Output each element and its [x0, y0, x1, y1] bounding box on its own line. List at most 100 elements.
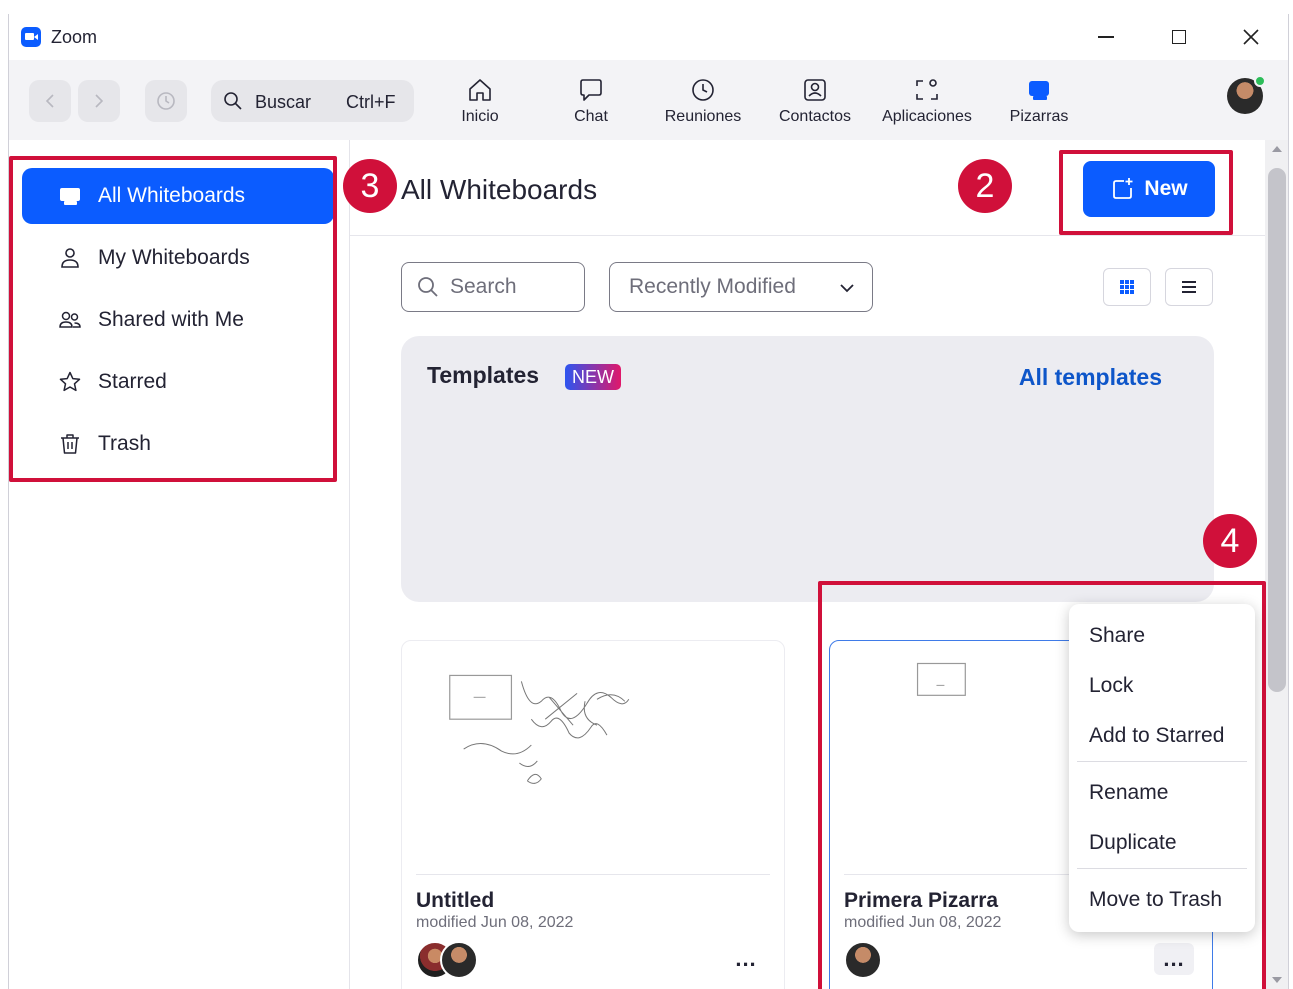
grid-view-button[interactable]	[1103, 268, 1151, 306]
top-toolbar: Buscar Ctrl+F Inicio Chat Reuniones Cont…	[9, 60, 1288, 140]
minimize-icon	[1098, 36, 1114, 38]
templates-panel: Templates NEW All templates	[401, 336, 1214, 602]
global-search[interactable]: Buscar Ctrl+F	[211, 80, 414, 122]
zoom-logo-icon	[21, 27, 41, 47]
grid-icon	[1120, 280, 1134, 294]
whiteboard-card[interactable]: Untitled modified Jun 08, 2022 ...	[401, 640, 785, 989]
close-button[interactable]	[1231, 22, 1271, 52]
tab-pizarras[interactable]: Pizarras	[989, 76, 1089, 132]
menu-item-share[interactable]: Share	[1089, 624, 1145, 648]
online-status-icon	[1254, 75, 1266, 87]
card-title: Primera Pizarra	[844, 889, 999, 912]
menu-item-duplicate[interactable]: Duplicate	[1089, 831, 1177, 855]
tab-label: Chat	[574, 108, 608, 125]
search-icon	[418, 277, 438, 297]
home-icon	[469, 79, 491, 101]
tab-chat[interactable]: Chat	[541, 76, 641, 132]
whiteboard-thumbnail	[449, 674, 630, 784]
add-whiteboard-icon	[1113, 178, 1133, 199]
window-title: Zoom	[51, 27, 98, 47]
tab-reuniones[interactable]: Reuniones	[653, 76, 753, 132]
card-divider	[416, 874, 770, 875]
sidebar-item-shared-with-me[interactable]: Shared with Me	[22, 292, 334, 348]
search-placeholder: Search	[450, 275, 517, 298]
back-button[interactable]	[29, 80, 71, 122]
annotation-number-4: 4	[1203, 514, 1257, 568]
menu-item-add-to-starred[interactable]: Add to Starred	[1089, 724, 1224, 748]
card-more-button[interactable]: ...	[1154, 943, 1194, 975]
minimize-button[interactable]	[1086, 22, 1126, 52]
list-view-button[interactable]	[1165, 268, 1213, 306]
sidebar-item-label: Starred	[98, 370, 167, 393]
all-templates-link[interactable]: All templates	[1019, 364, 1162, 391]
avatar	[844, 941, 882, 979]
annotation-number-2: 2	[958, 159, 1012, 213]
menu-item-lock[interactable]: Lock	[1089, 674, 1133, 698]
maximize-button[interactable]	[1159, 22, 1199, 52]
chevron-left-icon	[45, 94, 54, 108]
sidebar-item-label: Trash	[98, 432, 151, 455]
menu-item-rename[interactable]: Rename	[1089, 781, 1168, 805]
tab-label: Contactos	[778, 108, 852, 125]
new-badge: NEW	[565, 364, 621, 390]
forward-button[interactable]	[78, 80, 120, 122]
trash-icon	[61, 434, 79, 454]
sidebar-item-label: All Whiteboards	[98, 184, 246, 207]
tab-label: Reuniones	[664, 108, 742, 125]
whiteboard-icon	[1029, 81, 1049, 100]
profile-avatar[interactable]	[1227, 75, 1266, 114]
history-icon	[157, 92, 175, 110]
person-icon	[61, 248, 79, 268]
chat-icon	[580, 79, 602, 101]
new-whiteboard-button[interactable]: New	[1083, 161, 1215, 217]
chevron-right-icon	[95, 94, 104, 108]
page-title: All Whiteboards	[401, 174, 598, 205]
card-modified-date: modified Jun 08, 2022	[844, 914, 1002, 931]
new-button-label: New	[1144, 177, 1188, 200]
tab-aplicaciones[interactable]: Aplicaciones	[877, 76, 977, 132]
scroll-down-arrow-icon[interactable]	[1272, 977, 1282, 983]
card-context-menu: Share Lock Add to Starred Rename Duplica…	[1069, 604, 1255, 932]
list-icon	[1182, 281, 1196, 293]
card-modified-date: modified Jun 08, 2022	[416, 914, 574, 931]
search-label: Buscar	[255, 92, 312, 112]
tab-inicio[interactable]: Inicio	[430, 76, 530, 132]
clock-icon	[692, 79, 714, 101]
templates-title: Templates	[427, 362, 540, 388]
tab-label: Aplicaciones	[882, 108, 972, 125]
sidebar-item-all-whiteboards[interactable]: All Whiteboards	[22, 168, 334, 224]
sort-selected-value: Recently Modified	[629, 275, 796, 298]
card-title: Untitled	[416, 889, 495, 912]
apps-icon	[916, 79, 938, 100]
sidebar-item-label: My Whiteboards	[98, 246, 250, 269]
maximize-icon	[1172, 30, 1186, 44]
annotation-number-3: 3	[343, 159, 397, 213]
sidebar-item-label: Shared with Me	[98, 308, 244, 331]
avatar	[440, 941, 478, 979]
whiteboard-icon	[60, 188, 80, 205]
sort-dropdown[interactable]: Recently Modified	[609, 262, 873, 312]
search-input[interactable]: Search	[401, 262, 585, 312]
menu-item-move-to-trash[interactable]: Move to Trash	[1089, 888, 1222, 912]
sidebar-item-trash[interactable]: Trash	[22, 416, 334, 472]
main-scrollbar[interactable]	[1265, 140, 1288, 989]
history-button[interactable]	[145, 80, 187, 122]
people-icon	[59, 311, 81, 328]
contacts-icon	[804, 79, 826, 101]
tab-label: Pizarras	[1009, 108, 1069, 125]
card-more-button[interactable]: ...	[726, 943, 766, 975]
sidebar-item-starred[interactable]: Starred	[22, 354, 334, 410]
search-icon	[224, 92, 242, 110]
scroll-thumb[interactable]	[1268, 168, 1286, 692]
close-icon	[1243, 29, 1259, 45]
menu-divider	[1077, 761, 1247, 762]
menu-divider	[1077, 868, 1247, 869]
search-shortcut: Ctrl+F	[346, 92, 396, 112]
star-icon	[59, 371, 81, 392]
tab-label: Inicio	[461, 108, 499, 125]
tab-contactos[interactable]: Contactos	[765, 76, 865, 132]
scroll-up-arrow-icon[interactable]	[1272, 146, 1282, 152]
sidebar-item-my-whiteboards[interactable]: My Whiteboards	[22, 230, 334, 286]
whiteboards-sidebar: All Whiteboards My Whiteboards Shared wi…	[9, 140, 350, 989]
chevron-down-icon	[840, 284, 854, 293]
